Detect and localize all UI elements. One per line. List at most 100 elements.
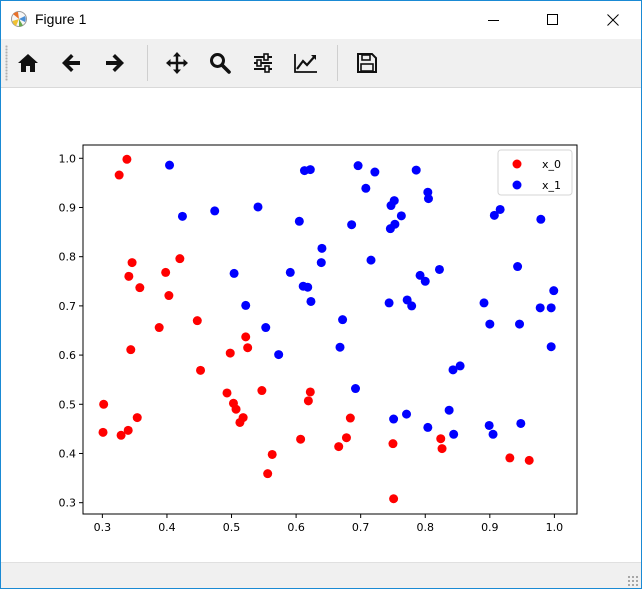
scatter-point-x_1 — [335, 342, 345, 352]
scatter-point-x_0 — [132, 413, 142, 423]
navigation-toolbar — [1, 39, 641, 88]
save-button[interactable] — [351, 47, 383, 79]
pan-button[interactable] — [161, 47, 193, 79]
x-tick-label: 1.0 — [546, 521, 564, 534]
status-bar — [1, 562, 641, 588]
x-tick-label: 0.5 — [223, 521, 241, 534]
scatter-point-x_0 — [222, 388, 232, 398]
sliders-icon — [254, 53, 272, 73]
scatter-point-x_0 — [154, 323, 164, 333]
maximize-icon — [547, 14, 558, 25]
scatter-point-x_0 — [437, 444, 447, 454]
scatter-point-x_1 — [229, 268, 239, 278]
scatter-point-x_0 — [99, 399, 109, 409]
scatter-point-x_0 — [175, 254, 185, 264]
scatter-point-x_0 — [341, 433, 351, 443]
scatter-point-x_1 — [261, 323, 271, 333]
scatter-point-x_0 — [225, 348, 235, 358]
toolbar-grip[interactable] — [5, 45, 8, 81]
scatter-point-x_0 — [161, 267, 171, 277]
line-chart-icon — [294, 54, 317, 73]
scatter-point-x_1 — [353, 161, 363, 171]
scatter-point-x_1 — [536, 214, 546, 224]
scatter-point-x_0 — [164, 291, 174, 301]
scatter-point-x_1 — [210, 206, 220, 216]
legend: x_0 x_1 — [497, 149, 573, 196]
scatter-point-x_1 — [411, 165, 421, 175]
scatter-point-x_1 — [385, 224, 395, 234]
figure-canvas[interactable]: 0.3 0.4 0.5 0.6 0.7 0.8 0.9 1.0 0.3 0.4 0.5 0.6 0.7 0… — [1, 88, 641, 562]
toolbar-separator — [147, 45, 148, 81]
scatter-point-x_1 — [386, 201, 396, 211]
scatter-point-x_0 — [127, 258, 137, 268]
legend-marker-x_0 — [512, 159, 522, 169]
scatter-point-x_1 — [516, 418, 526, 428]
scatter-point-x_0 — [334, 442, 344, 452]
scatter-point-x_1 — [423, 194, 433, 204]
subplots-button[interactable] — [247, 47, 279, 79]
scatter-point-x_1 — [177, 211, 187, 221]
scatter-point-x_0 — [389, 494, 399, 504]
scatter-point-x_1 — [361, 183, 371, 193]
window-title: Figure 1 — [35, 11, 87, 27]
scatter-point-x_1 — [434, 264, 444, 274]
scatter-point-x_0 — [241, 332, 251, 342]
scatter-point-x_1 — [370, 167, 380, 177]
scatter-point-x_0 — [436, 434, 446, 444]
scatter-point-x_1 — [479, 298, 489, 308]
zoom-button[interactable] — [204, 47, 236, 79]
x-tick-label: 0.6 — [287, 521, 305, 534]
home-button[interactable] — [12, 47, 44, 79]
minimize-button[interactable] — [471, 1, 517, 39]
scatter-point-x_1 — [448, 365, 458, 375]
forward-button[interactable] — [98, 47, 130, 79]
scatter-point-x_1 — [338, 315, 348, 325]
scatter-point-x_1 — [317, 243, 327, 253]
maximize-button[interactable] — [530, 1, 576, 39]
scatter-point-x_1 — [396, 211, 406, 221]
scatter-point-x_1 — [294, 216, 304, 226]
scatter-point-x_0 — [243, 343, 253, 353]
back-button[interactable] — [56, 47, 88, 79]
y-tick-label: 0.3 — [59, 497, 77, 510]
scatter-point-x_1 — [513, 262, 523, 272]
arrow-left-icon — [62, 54, 80, 72]
scatter-point-x_1 — [549, 286, 559, 296]
scatter-point-x_0 — [122, 154, 132, 164]
scatter-point-x_1 — [515, 319, 525, 329]
x-tick-label: 0.4 — [158, 521, 176, 534]
scatter-point-x_0 — [524, 455, 534, 465]
scatter-point-x_1 — [420, 276, 430, 286]
scatter-point-x_0 — [296, 434, 306, 444]
y-tick-label: 0.5 — [59, 398, 77, 411]
scatter-point-x_1 — [407, 301, 417, 311]
minimize-icon — [488, 20, 499, 21]
scatter-point-x_0 — [192, 316, 202, 326]
close-button[interactable] — [590, 1, 636, 39]
scatter-point-x_0 — [257, 386, 267, 396]
toolbar-separator — [337, 45, 338, 81]
title-bar[interactable]: Figure 1 — [1, 1, 641, 39]
scatter-point-x_1 — [241, 300, 251, 310]
resize-grip[interactable] — [627, 575, 639, 587]
scatter-point-x_0 — [126, 345, 136, 355]
scatter-point-x_0 — [98, 427, 108, 437]
scatter-point-x_1 — [485, 319, 495, 329]
scatter-point-x_1 — [535, 303, 545, 313]
magnifier-icon — [210, 53, 231, 74]
customize-button[interactable] — [290, 47, 322, 79]
x-tick-label: 0.7 — [352, 521, 370, 534]
scatter-point-x_1 — [165, 160, 175, 170]
x-tick-label: 0.3 — [94, 521, 112, 534]
scatter-point-x_0 — [505, 453, 515, 463]
legend-label-x_0: x_0 — [542, 158, 561, 171]
scatter-point-x_0 — [123, 425, 133, 435]
scatter-point-x_1 — [488, 429, 498, 439]
scatter-point-x_1 — [402, 409, 412, 419]
scatter-point-x_0 — [263, 469, 273, 479]
figure-window: Figure 1 0.3 0.4 0.5 0.6 0.7 0.8 0.9 1.0… — [0, 0, 642, 589]
scatter-point-x_1 — [389, 414, 399, 424]
home-icon — [18, 54, 38, 72]
scatter-point-x_1 — [484, 420, 494, 430]
scatter-point-x_1 — [546, 303, 556, 313]
